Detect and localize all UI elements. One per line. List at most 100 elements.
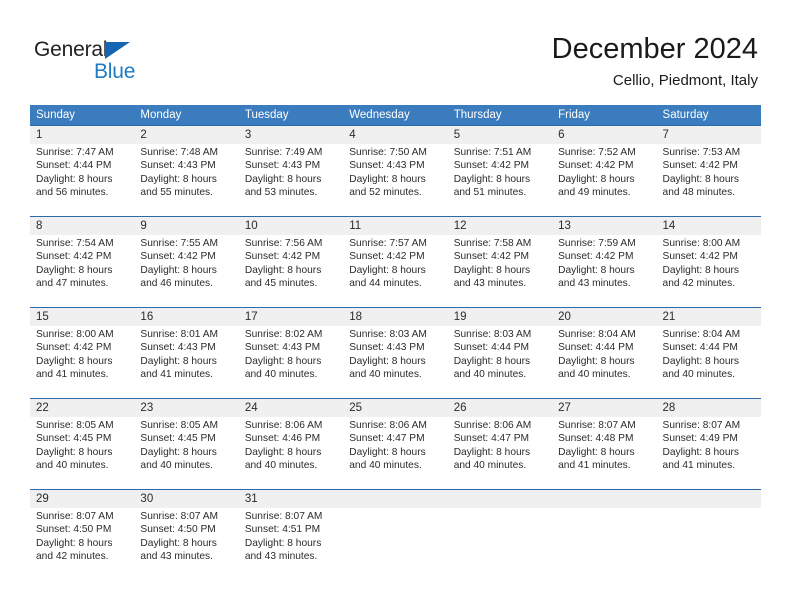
day-cell[interactable]: 12 Sunrise: 7:58 AM Sunset: 4:42 PM Dayl…: [448, 217, 552, 307]
day-cell[interactable]: 27 Sunrise: 8:07 AM Sunset: 4:48 PM Dayl…: [552, 399, 656, 489]
day-cell[interactable]: 5 Sunrise: 7:51 AM Sunset: 4:42 PM Dayli…: [448, 126, 552, 216]
page-title: December 2024: [551, 33, 758, 65]
day-cell[interactable]: 30 Sunrise: 8:07 AM Sunset: 4:50 PM Dayl…: [134, 490, 238, 580]
day-cell[interactable]: 1 Sunrise: 7:47 AM Sunset: 4:44 PM Dayli…: [30, 126, 134, 216]
sunset-text: Sunset: 4:42 PM: [36, 251, 112, 263]
day-number: 12: [453, 220, 467, 232]
daylight-text-line1: Daylight: 8 hours: [662, 446, 739, 458]
sunset-text: Sunset: 4:48 PM: [558, 433, 634, 445]
sunrise-text: Sunrise: 7:57 AM: [349, 238, 427, 249]
sunrise-text: Sunrise: 7:48 AM: [140, 147, 219, 158]
daylight-text-line1: Daylight: 8 hours: [36, 537, 113, 549]
page-subtitle: Cellio, Piedmont, Italy: [612, 72, 758, 89]
sunset-text: Sunset: 4:43 PM: [349, 160, 425, 172]
daylight-text-line1: Daylight: 8 hours: [558, 446, 635, 458]
weekday-header-wednesday: Wednesday: [349, 109, 410, 121]
day-cell[interactable]: 29 Sunrise: 8:07 AM Sunset: 4:50 PM Dayl…: [30, 490, 134, 580]
day-number: 15: [36, 311, 49, 323]
day-cell-empty: [343, 490, 447, 580]
day-cell[interactable]: 31 Sunrise: 8:07 AM Sunset: 4:51 PM Dayl…: [239, 490, 343, 580]
sunrise-text: Sunrise: 7:59 AM: [558, 238, 636, 249]
day-cell[interactable]: 19 Sunrise: 8:03 AM Sunset: 4:44 PM Dayl…: [448, 308, 552, 398]
daylight-text-line1: Daylight: 8 hours: [453, 264, 531, 276]
day-cell[interactable]: 25 Sunrise: 8:06 AM Sunset: 4:47 PM Dayl…: [343, 399, 447, 489]
day-number: 16: [140, 311, 154, 323]
day-details: Sunrise: 8:07 AM Sunset: 4:48 PM Dayligh…: [558, 419, 652, 473]
weekday-header-row: Sunday Monday Tuesday Wednesday Thursday…: [30, 105, 761, 125]
sunset-text: Sunset: 4:42 PM: [558, 160, 634, 172]
day-cell[interactable]: 4 Sunrise: 7:50 AM Sunset: 4:43 PM Dayli…: [343, 126, 447, 216]
calendar-page: General Blue December 2024 Cellio, Piedm…: [0, 0, 792, 612]
day-cell[interactable]: 23 Sunrise: 8:05 AM Sunset: 4:45 PM Dayl…: [134, 399, 238, 489]
day-cell[interactable]: 10 Sunrise: 7:56 AM Sunset: 4:42 PM Dayl…: [239, 217, 343, 307]
day-details: Sunrise: 7:57 AM Sunset: 4:42 PM Dayligh…: [349, 237, 443, 291]
weekday-header-monday: Monday: [140, 109, 182, 121]
day-cell[interactable]: 17 Sunrise: 8:02 AM Sunset: 4:43 PM Dayl…: [239, 308, 343, 398]
day-cell[interactable]: 15 Sunrise: 8:00 AM Sunset: 4:42 PM Dayl…: [30, 308, 134, 398]
sunset-text: Sunset: 4:42 PM: [453, 251, 530, 263]
day-cell[interactable]: 22 Sunrise: 8:05 AM Sunset: 4:45 PM Dayl…: [30, 399, 134, 489]
day-details: Sunrise: 8:07 AM Sunset: 4:51 PM Dayligh…: [245, 510, 339, 564]
daylight-text-line1: Daylight: 8 hours: [453, 173, 531, 185]
daylight-text-line2: and 43 minutes.: [453, 278, 527, 290]
daylight-text-line2: and 41 minutes.: [140, 369, 213, 381]
day-cell[interactable]: 7 Sunrise: 7:53 AM Sunset: 4:42 PM Dayli…: [657, 126, 761, 216]
day-cell[interactable]: 24 Sunrise: 8:06 AM Sunset: 4:46 PM Dayl…: [239, 399, 343, 489]
general-blue-logo[interactable]: General Blue: [34, 38, 214, 86]
day-details: Sunrise: 8:06 AM Sunset: 4:47 PM Dayligh…: [349, 419, 443, 473]
day-cell[interactable]: 6 Sunrise: 7:52 AM Sunset: 4:42 PM Dayli…: [552, 126, 656, 216]
daylight-text-line2: and 44 minutes.: [349, 278, 422, 290]
day-number: 25: [349, 402, 363, 414]
day-cell[interactable]: 28 Sunrise: 8:07 AM Sunset: 4:49 PM Dayl…: [657, 399, 761, 489]
weekday-header-thursday: Thursday: [453, 109, 502, 121]
sunrise-text: Sunrise: 7:51 AM: [453, 147, 532, 158]
day-cell[interactable]: 8 Sunrise: 7:54 AM Sunset: 4:42 PM Dayli…: [30, 217, 134, 307]
weekday-header-saturday: Saturday: [662, 109, 709, 121]
daylight-text-line1: Daylight: 8 hours: [36, 264, 113, 276]
day-details: Sunrise: 8:05 AM Sunset: 4:45 PM Dayligh…: [140, 419, 234, 473]
sunrise-text: Sunrise: 8:06 AM: [244, 420, 323, 431]
day-cell[interactable]: 21 Sunrise: 8:04 AM Sunset: 4:44 PM Dayl…: [657, 308, 761, 398]
daylight-text-line1: Daylight: 8 hours: [662, 173, 739, 185]
day-number: 27: [558, 402, 571, 414]
day-details: Sunrise: 7:54 AM Sunset: 4:42 PM Dayligh…: [36, 237, 130, 291]
day-cell[interactable]: 2 Sunrise: 7:48 AM Sunset: 4:43 PM Dayli…: [134, 126, 238, 216]
sunrise-text: Sunrise: 7:56 AM: [244, 238, 323, 249]
day-cell[interactable]: 16 Sunrise: 8:01 AM Sunset: 4:43 PM Dayl…: [134, 308, 238, 398]
day-number: 22: [36, 402, 49, 414]
daylight-text-line1: Daylight: 8 hours: [140, 446, 217, 458]
sunrise-text: Sunrise: 8:06 AM: [349, 420, 427, 431]
daylight-text-line2: and 40 minutes.: [662, 369, 736, 381]
sunrise-text: Sunrise: 7:58 AM: [453, 238, 532, 249]
daylight-text-line1: Daylight: 8 hours: [140, 355, 217, 367]
week-row: 15 Sunrise: 8:00 AM Sunset: 4:42 PM Dayl…: [30, 307, 761, 398]
day-cell[interactable]: 26 Sunrise: 8:06 AM Sunset: 4:47 PM Dayl…: [448, 399, 552, 489]
week-row: 22 Sunrise: 8:05 AM Sunset: 4:45 PM Dayl…: [30, 398, 761, 489]
daylight-text-line2: and 40 minutes.: [244, 369, 318, 381]
sunrise-text: Sunrise: 7:50 AM: [349, 147, 427, 158]
daylight-text-line1: Daylight: 8 hours: [140, 264, 217, 276]
sunset-text: Sunset: 4:43 PM: [349, 342, 425, 354]
sunrise-text: Sunrise: 8:07 AM: [244, 511, 323, 522]
daylight-text-line2: and 41 minutes.: [36, 369, 109, 381]
daylight-text-line1: Daylight: 8 hours: [349, 264, 426, 276]
daylight-text-line2: and 42 minutes.: [662, 278, 736, 290]
daylight-text-line1: Daylight: 8 hours: [558, 355, 635, 367]
sunrise-text: Sunrise: 7:52 AM: [558, 147, 636, 158]
weekday-header-tuesday: Tuesday: [244, 109, 289, 121]
sunset-text: Sunset: 4:42 PM: [349, 251, 425, 263]
day-cell[interactable]: 3 Sunrise: 7:49 AM Sunset: 4:43 PM Dayli…: [239, 126, 343, 216]
day-details: Sunrise: 7:48 AM Sunset: 4:43 PM Dayligh…: [140, 146, 234, 200]
day-cell[interactable]: 18 Sunrise: 8:03 AM Sunset: 4:43 PM Dayl…: [343, 308, 447, 398]
day-cell[interactable]: 20 Sunrise: 8:04 AM Sunset: 4:44 PM Dayl…: [552, 308, 656, 398]
day-cell[interactable]: 9 Sunrise: 7:55 AM Sunset: 4:42 PM Dayli…: [134, 217, 238, 307]
day-cell[interactable]: 11 Sunrise: 7:57 AM Sunset: 4:42 PM Dayl…: [343, 217, 447, 307]
sunset-text: Sunset: 4:44 PM: [453, 342, 530, 354]
daylight-text-line1: Daylight: 8 hours: [244, 264, 322, 276]
day-number: 3: [244, 129, 252, 141]
day-number: 11: [349, 220, 362, 232]
day-cell[interactable]: 13 Sunrise: 7:59 AM Sunset: 4:42 PM Dayl…: [552, 217, 656, 307]
day-details: Sunrise: 8:07 AM Sunset: 4:50 PM Dayligh…: [140, 510, 234, 564]
sunset-text: Sunset: 4:46 PM: [244, 433, 321, 445]
day-cell[interactable]: 14 Sunrise: 8:00 AM Sunset: 4:42 PM Dayl…: [657, 217, 761, 307]
